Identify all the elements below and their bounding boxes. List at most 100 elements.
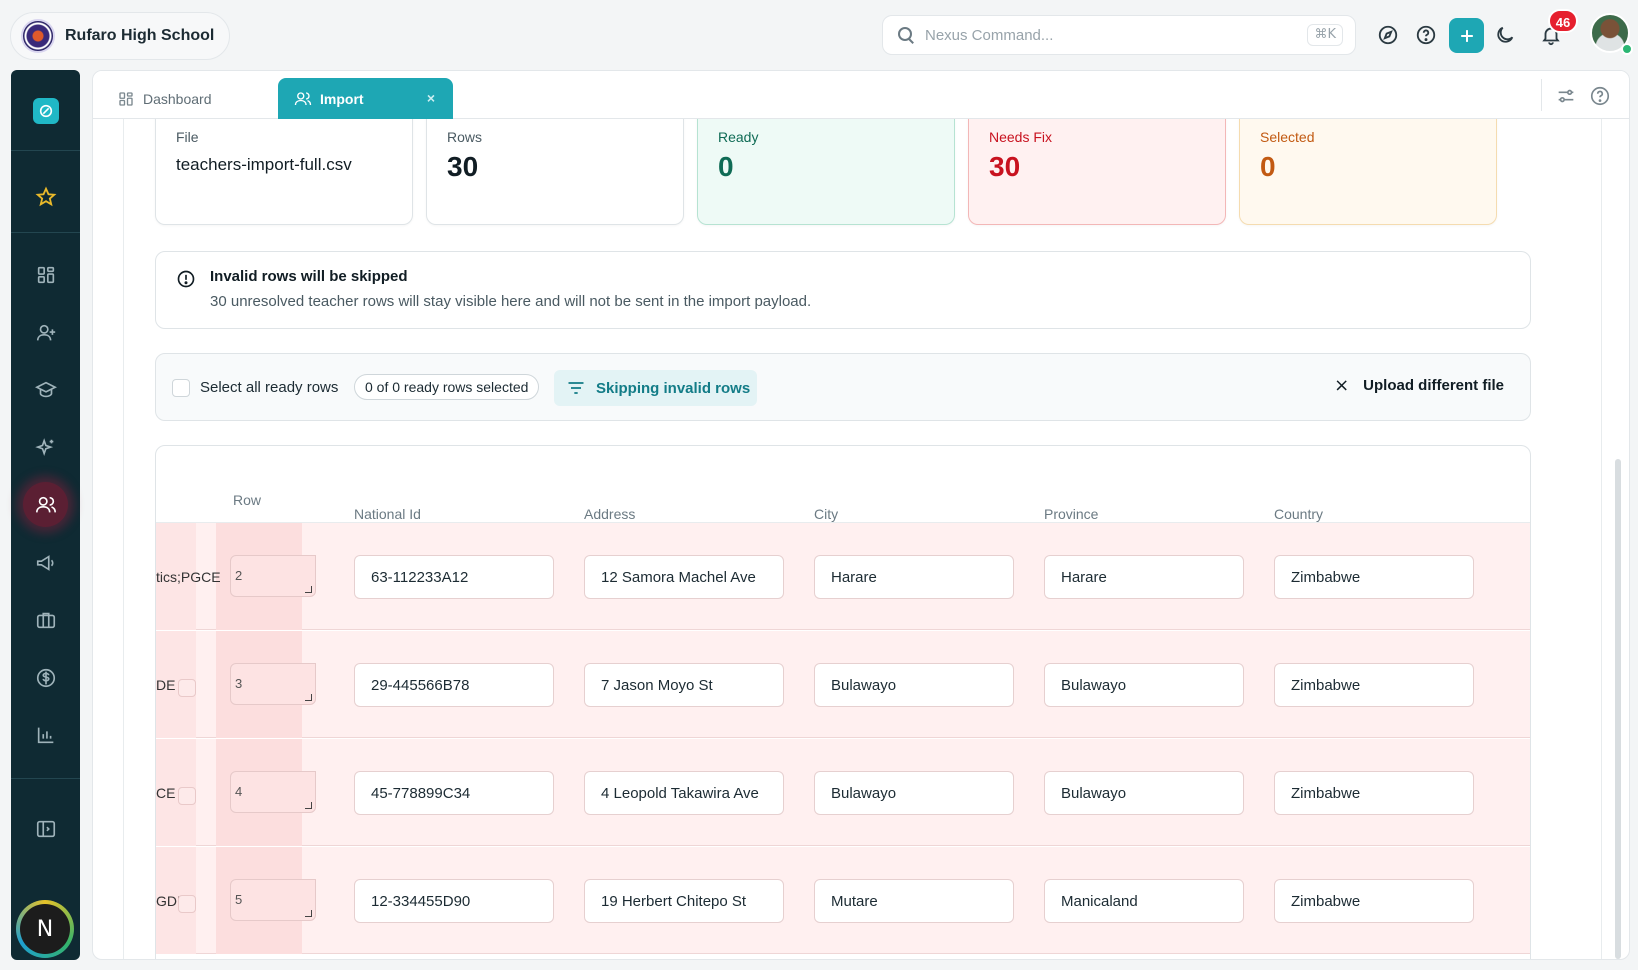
sidebar-item-add-user[interactable] <box>23 310 68 355</box>
province-input[interactable]: Bulawayo <box>1044 663 1244 707</box>
online-status-dot <box>1621 43 1633 55</box>
main-panel: Dashboard Import × File teachers-import-… <box>92 70 1630 960</box>
row-number-field[interactable]: 3 <box>230 663 316 705</box>
sidebar-collapse-toggle[interactable] <box>23 806 68 851</box>
megaphone-icon <box>36 554 54 571</box>
stat-value: 30 <box>447 151 479 182</box>
import-table: Row National Id Address City Province Co… <box>155 445 1531 959</box>
skip-invalid-button[interactable]: Skipping invalid rows <box>554 370 757 406</box>
selection-toolbar: Select all ready rows 0 of 0 ready rows … <box>155 353 1531 421</box>
truncated-cell-text: CE <box>156 785 176 801</box>
province-input[interactable]: Manicaland <box>1044 879 1244 923</box>
compass-icon[interactable] <box>1373 20 1403 50</box>
school-logo <box>21 19 55 53</box>
sparkles-icon <box>34 437 53 456</box>
school-switcher[interactable]: Rufaro High School <box>10 12 230 60</box>
sidebar-item-finance[interactable] <box>23 655 68 700</box>
stat-card-needs-fix: Needs Fix 30 <box>968 119 1226 225</box>
tab-import-label: Import <box>320 90 364 107</box>
stat-card-rows: Rows 30 <box>426 119 684 225</box>
close-icon[interactable]: × <box>427 90 435 106</box>
shortcut-hint: ⌘K <box>1307 24 1343 46</box>
city-input[interactable]: Bulawayo <box>814 663 1014 707</box>
users-icon <box>294 91 312 105</box>
national-id-input[interactable]: 12-334455D90 <box>354 879 554 923</box>
city-input[interactable]: Mutare <box>814 879 1014 923</box>
dashboard-icon <box>119 91 133 106</box>
city-input[interactable]: Bulawayo <box>814 771 1014 815</box>
row-checkbox[interactable] <box>178 787 196 805</box>
address-input[interactable]: 19 Herbert Chitepo St <box>584 879 784 923</box>
row-number-field[interactable]: 4 <box>230 771 316 813</box>
sidebar-item-academics[interactable] <box>23 367 68 412</box>
national-id-input[interactable]: 45-778899C34 <box>354 771 554 815</box>
sidebar-item-reports[interactable] <box>23 712 68 757</box>
star-icon <box>35 186 56 206</box>
table-row: CE 4 45-778899C34 4 Leopold Takawira Ave… <box>156 739 1530 846</box>
moon-icon[interactable] <box>1490 20 1520 50</box>
row-checkbox[interactable] <box>178 679 196 697</box>
sidebar: N <box>11 70 80 960</box>
alert-text: 30 unresolved teacher rows will stay vis… <box>210 293 812 310</box>
province-input[interactable]: Harare <box>1044 555 1244 599</box>
stat-card-file: File teachers-import-full.csv <box>155 119 413 225</box>
sidebar-item-favorites[interactable] <box>23 174 68 219</box>
address-input[interactable]: 7 Jason Moyo St <box>584 663 784 707</box>
row-checkbox[interactable] <box>178 895 196 913</box>
user-initial-avatar[interactable]: N <box>16 900 74 958</box>
upload-different-file-button[interactable]: × Upload different file <box>1334 375 1504 396</box>
column-header-address: Address <box>584 506 636 522</box>
column-header-row: Row <box>233 492 262 508</box>
plus-icon <box>1460 29 1473 42</box>
city-input[interactable]: Harare <box>814 555 1014 599</box>
select-all-checkbox[interactable] <box>172 379 190 397</box>
sidebar-item-announcements[interactable] <box>23 540 68 585</box>
panel-expand-icon <box>36 820 55 837</box>
app-logo-icon[interactable] <box>33 98 59 124</box>
sidebar-divider <box>11 150 80 151</box>
filter-icon <box>568 382 584 394</box>
tab-import[interactable]: Import × <box>278 78 453 119</box>
country-input[interactable]: Zimbabwe <box>1274 663 1474 707</box>
create-button[interactable] <box>1449 18 1484 53</box>
skip-warning-alert: Invalid rows will be skipped 30 unresolv… <box>155 251 1531 329</box>
column-header-province: Province <box>1044 506 1099 522</box>
stat-label: Needs Fix <box>989 129 1053 145</box>
help-icon[interactable] <box>1411 20 1441 50</box>
tab-dashboard[interactable]: Dashboard <box>117 78 267 119</box>
school-name: Rufaro High School <box>65 27 215 44</box>
sidebar-item-jobs[interactable] <box>23 597 68 642</box>
command-search[interactable]: ⌘K <box>882 15 1356 55</box>
sliders-icon[interactable] <box>1555 85 1577 107</box>
search-input[interactable] <box>925 26 1285 44</box>
stat-value: teachers-import-full.csv <box>176 155 352 174</box>
row-number-field[interactable]: 2 <box>230 555 316 597</box>
country-input[interactable]: Zimbabwe <box>1274 771 1474 815</box>
sidebar-item-ai[interactable] <box>23 425 68 470</box>
sidebar-item-staff[interactable] <box>23 482 68 527</box>
tab-bar: Dashboard Import × <box>93 71 1629 119</box>
stat-label: Selected <box>1260 129 1315 145</box>
address-input[interactable]: 4 Leopold Takawira Ave <box>584 771 784 815</box>
column-header-city: City <box>814 506 839 522</box>
country-input[interactable]: Zimbabwe <box>1274 555 1474 599</box>
selected-count-pill: 0 of 0 ready rows selected <box>354 374 540 400</box>
country-input[interactable]: Zimbabwe <box>1274 879 1474 923</box>
tab-bar-divider <box>1541 79 1542 111</box>
tab-dashboard-label: Dashboard <box>143 90 212 107</box>
row-number-field[interactable]: 5 <box>230 879 316 921</box>
page-scrollbar[interactable] <box>1615 459 1621 959</box>
national-id-input[interactable]: 29-445566B78 <box>354 663 554 707</box>
address-input[interactable]: 12 Samora Machel Ave <box>584 555 784 599</box>
dollar-icon <box>36 668 55 687</box>
national-id-input[interactable]: 63-112233A12 <box>354 555 554 599</box>
column-header-national-id: National Id <box>354 506 421 522</box>
alert-circle-icon <box>177 270 195 288</box>
table-row: GDE 5 12-334455D90 19 Herbert Chitepo St… <box>156 847 1530 954</box>
notification-badge: 46 <box>1548 9 1578 33</box>
search-icon <box>897 26 915 44</box>
province-input[interactable]: Bulawayo <box>1044 771 1244 815</box>
select-all-label[interactable]: Select all ready rows <box>200 379 338 396</box>
sidebar-item-dashboard[interactable] <box>23 252 68 297</box>
help-icon[interactable] <box>1589 85 1611 107</box>
